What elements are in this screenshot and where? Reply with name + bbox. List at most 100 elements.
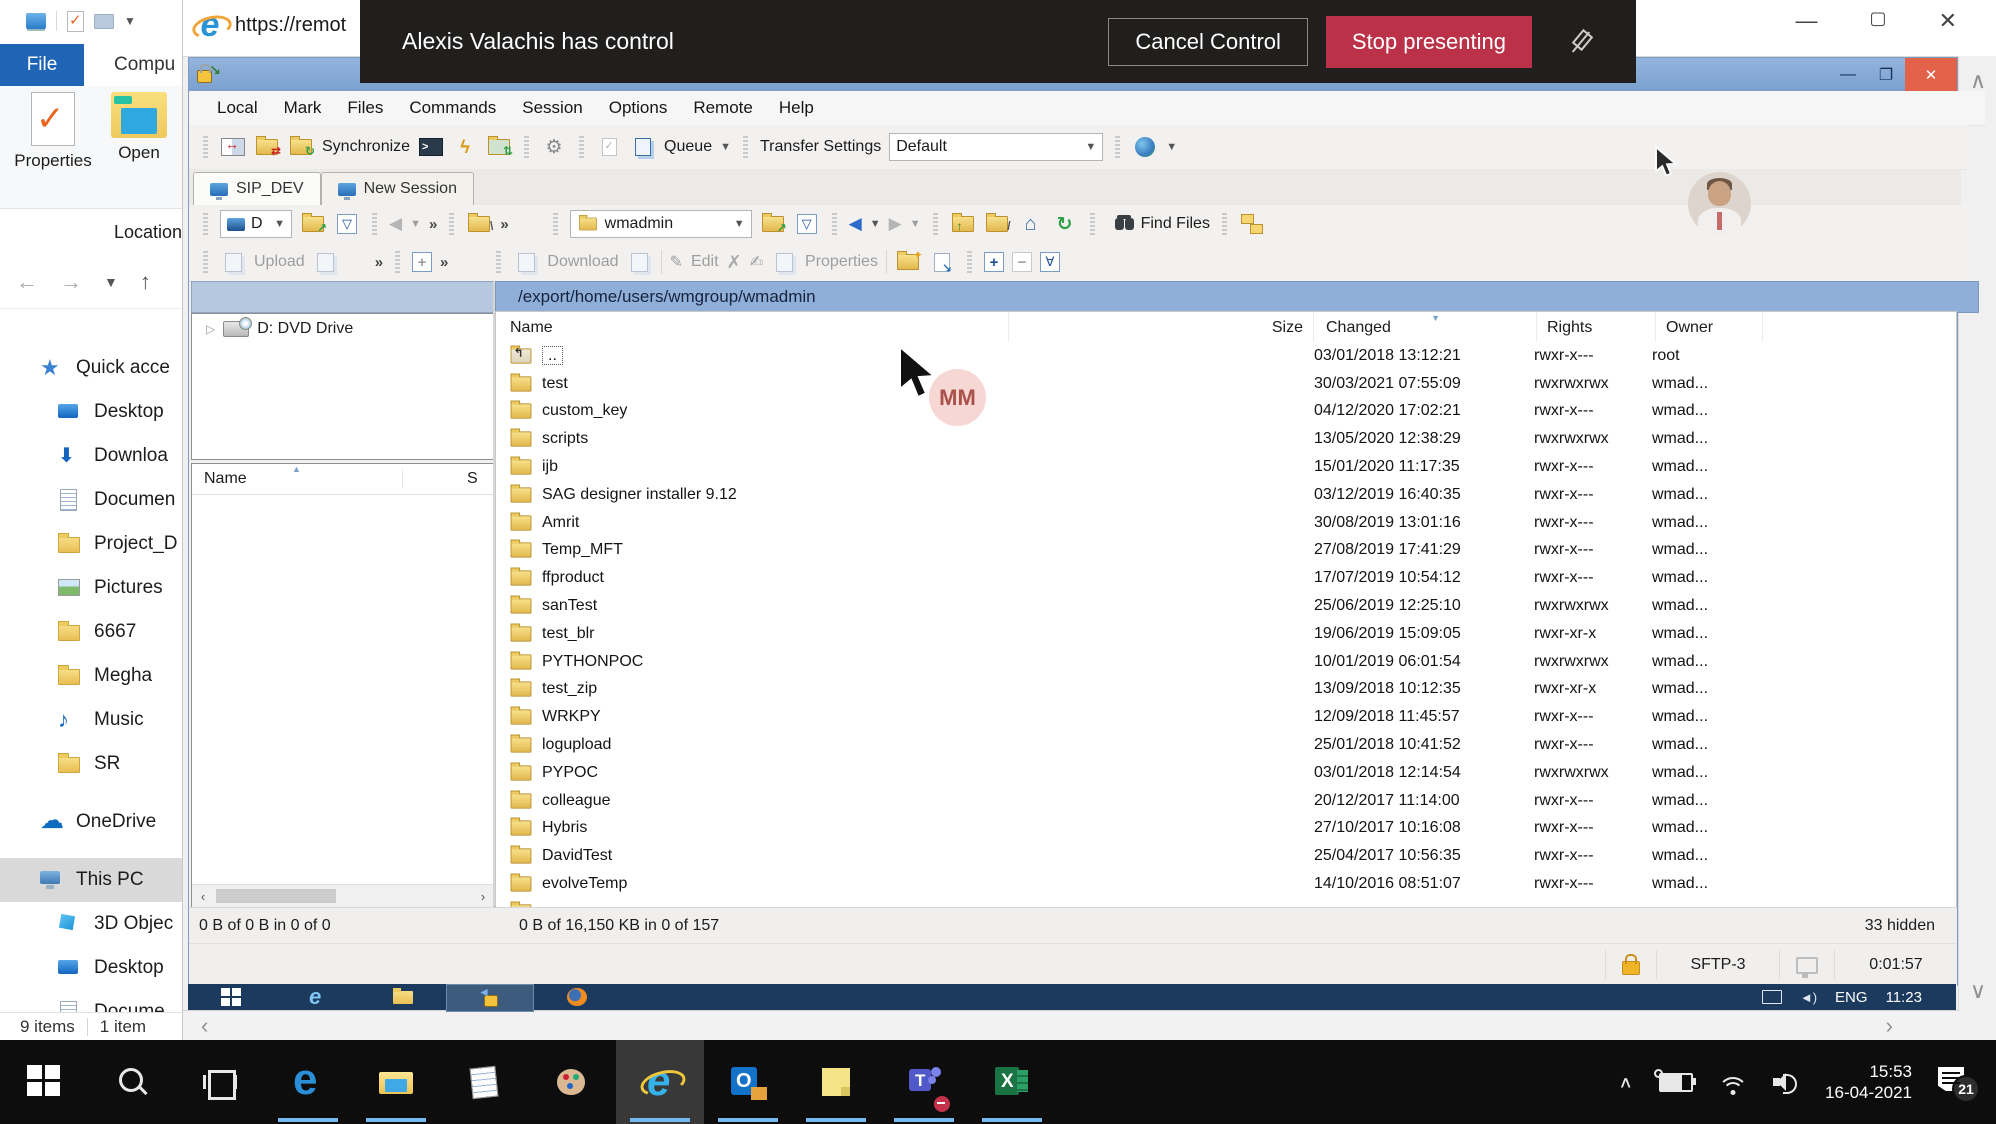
menu-item[interactable]: Commands (409, 98, 496, 118)
file-row[interactable]: PYPOC 03/01/2018 12:14:54 rwxrwxrwx wmad… (496, 759, 1956, 787)
tab-computer[interactable]: Compu (84, 44, 175, 86)
taskbar-app[interactable] (880, 1040, 968, 1124)
sidebar-item[interactable]: Desktop (0, 390, 182, 434)
remote-language[interactable]: ENG (1835, 989, 1868, 1006)
tree-item-dvd-drive[interactable]: ▷ D: DVD Drive (192, 314, 494, 338)
directory-tree-icon[interactable] (1241, 214, 1263, 234)
remote-taskbar-item[interactable] (360, 984, 446, 1010)
action-center-icon[interactable]: 21 (1938, 1067, 1972, 1097)
file-row[interactable]: DavidTest 25/04/2017 10:56:35 rwxr-x--- … (496, 842, 1956, 870)
queue-button[interactable]: Queue (664, 138, 712, 156)
new-file-icon[interactable] (934, 253, 950, 272)
chevron-down-icon[interactable]: ▼ (1166, 141, 1177, 153)
taskbar-app[interactable] (704, 1040, 792, 1124)
taskbar-app[interactable] (352, 1040, 440, 1124)
file-row[interactable]: custom_key 04/12/2020 17:02:21 rwxr-x---… (496, 398, 1956, 426)
remote-directory-select[interactable]: wmadmin ▼ (570, 210, 752, 238)
home-icon[interactable]: ⌂ (1018, 211, 1044, 237)
unpin-icon[interactable] (1566, 29, 1592, 55)
taskbar-app[interactable] (264, 1040, 352, 1124)
sidebar-item[interactable]: Megha (0, 654, 182, 698)
stop-presenting-button[interactable]: Stop presenting (1326, 16, 1532, 68)
taskbar-app[interactable] (440, 1040, 528, 1124)
folder-icon[interactable] (94, 14, 114, 29)
menu-item[interactable]: Local (217, 98, 258, 118)
computer-icon[interactable] (26, 13, 46, 29)
browser-scrollbar[interactable]: ∧ ∨ (1958, 56, 1996, 1040)
sidebar-item[interactable]: This PC (0, 858, 182, 902)
column-size[interactable]: S (403, 470, 478, 488)
column-size[interactable]: Size (1009, 312, 1314, 343)
taskbar-app[interactable] (88, 1040, 176, 1124)
local-file-list[interactable]: ▲ Name S ‹ › (191, 463, 495, 908)
scroll-left-icon[interactable]: ‹ (192, 889, 214, 904)
file-row[interactable]: ffproduct 17/07/2019 10:54:12 rwxr-x--- … (496, 564, 1956, 592)
menu-item[interactable]: Files (347, 98, 383, 118)
chevron-down-icon[interactable]: ▼ (870, 218, 881, 230)
remote-path-bar[interactable]: /export/home/users/wmgroup/wmadmin (495, 281, 1979, 313)
chevron-down-icon[interactable]: ▼ (720, 141, 731, 153)
restore-icon[interactable]: ❐ (1867, 65, 1905, 85)
file-row[interactable]: evolveTemp 14/10/2016 08:51:07 rwxr-x---… (496, 870, 1956, 898)
encryption-cell[interactable] (1605, 950, 1656, 980)
file-row[interactable]: Amrit 30/08/2019 13:01:16 rwxr-x--- wmad… (496, 509, 1956, 537)
file-row[interactable]: colleague 20/12/2017 11:14:00 rwxr-x--- … (496, 787, 1956, 815)
browser-url[interactable]: https://remot (235, 14, 346, 37)
selection-filter-icon[interactable]: ∀ (1040, 252, 1060, 272)
taskbar-app[interactable] (616, 1040, 704, 1124)
scroll-down-icon[interactable]: ∨ (1959, 978, 1996, 1004)
menu-item[interactable]: Help (779, 98, 814, 118)
open-directory-icon[interactable]: ↗ (302, 216, 324, 232)
split-panels-icon[interactable] (221, 138, 245, 156)
open-directory-icon[interactable]: ↗ (762, 216, 784, 232)
root-directory-icon[interactable]: / (986, 216, 1008, 232)
recent-locations-icon[interactable]: ▼ (104, 274, 118, 290)
sidebar-item[interactable]: SR (0, 742, 182, 786)
chevron-down-icon[interactable]: ▼ (124, 14, 136, 28)
gear-icon[interactable]: ⚙ (541, 134, 567, 160)
taskbar-app[interactable] (968, 1040, 1056, 1124)
folder-sync-icon[interactable]: ⇄ (256, 139, 278, 155)
find-files-button[interactable]: Find Files (1141, 215, 1210, 233)
session-tab[interactable]: SIP_DEV (193, 172, 321, 205)
root-directory-icon[interactable]: \ (468, 216, 490, 232)
battery-icon[interactable] (1659, 1073, 1693, 1092)
column-rights[interactable]: Rights (1537, 312, 1656, 343)
sidebar-item[interactable]: Pictures (0, 566, 182, 610)
synchronize-button[interactable]: Synchronize (322, 138, 410, 156)
up-icon[interactable]: ↑ (140, 269, 151, 295)
file-row[interactable]: PYTHONPOC 10/01/2019 06:01:54 rwxrwxrwx … (496, 648, 1956, 676)
sidebar-item[interactable]: Desktop (0, 946, 182, 990)
scroll-left-icon[interactable]: ‹ (201, 1013, 208, 1039)
connection-cell[interactable] (1779, 950, 1834, 980)
toolbar-overflow-icon[interactable]: » (429, 216, 437, 233)
file-row[interactable]: Temp_MFT 27/08/2019 17:41:29 rwxr-x--- w… (496, 537, 1956, 565)
taskbar-clock[interactable]: 15:53 16-04-2021 (1825, 1061, 1912, 1103)
local-directory-tree[interactable]: ▷ D: DVD Drive (191, 313, 495, 460)
file-row[interactable]: test_zip 13/09/2018 10:12:35 rwxr-xr-x w… (496, 676, 1956, 704)
back-icon[interactable]: ← (16, 269, 38, 295)
parent-directory-icon[interactable]: ↑ (952, 216, 974, 232)
sidebar-item[interactable]: Quick acce (0, 346, 182, 390)
remote-taskbar-item[interactable] (188, 984, 274, 1010)
sidebar-item[interactable]: Project_D (0, 522, 182, 566)
minimize-icon[interactable]: — (1829, 66, 1867, 84)
select-icon[interactable]: + (984, 252, 1004, 272)
menu-item[interactable]: Mark (284, 98, 322, 118)
refresh-icon[interactable]: ↻ (1052, 211, 1078, 237)
maximize-icon[interactable]: ▢ (1870, 8, 1887, 34)
back-icon[interactable]: ◀ (849, 214, 862, 234)
transfer-settings-select[interactable]: Default ▼ (889, 133, 1103, 161)
close-icon[interactable]: ✕ (1905, 58, 1957, 91)
new-directory-icon[interactable] (897, 254, 919, 270)
synchronize-icon[interactable]: ↻ (290, 139, 312, 155)
lightning-icon[interactable]: ϟ (452, 134, 478, 160)
sidebar-item[interactable]: 6667 (0, 610, 182, 654)
console-icon[interactable]: > (419, 138, 443, 156)
file-row[interactable]: ijb 15/01/2020 11:17:35 rwxr-x--- wmad..… (496, 453, 1956, 481)
scrollbar-thumb[interactable] (216, 889, 336, 903)
protocol-cell[interactable]: SFTP-3 (1656, 950, 1779, 980)
sidebar-item[interactable]: OneDrive (0, 800, 182, 844)
menu-item[interactable]: Remote (693, 98, 753, 118)
file-row[interactable] (496, 898, 1956, 907)
